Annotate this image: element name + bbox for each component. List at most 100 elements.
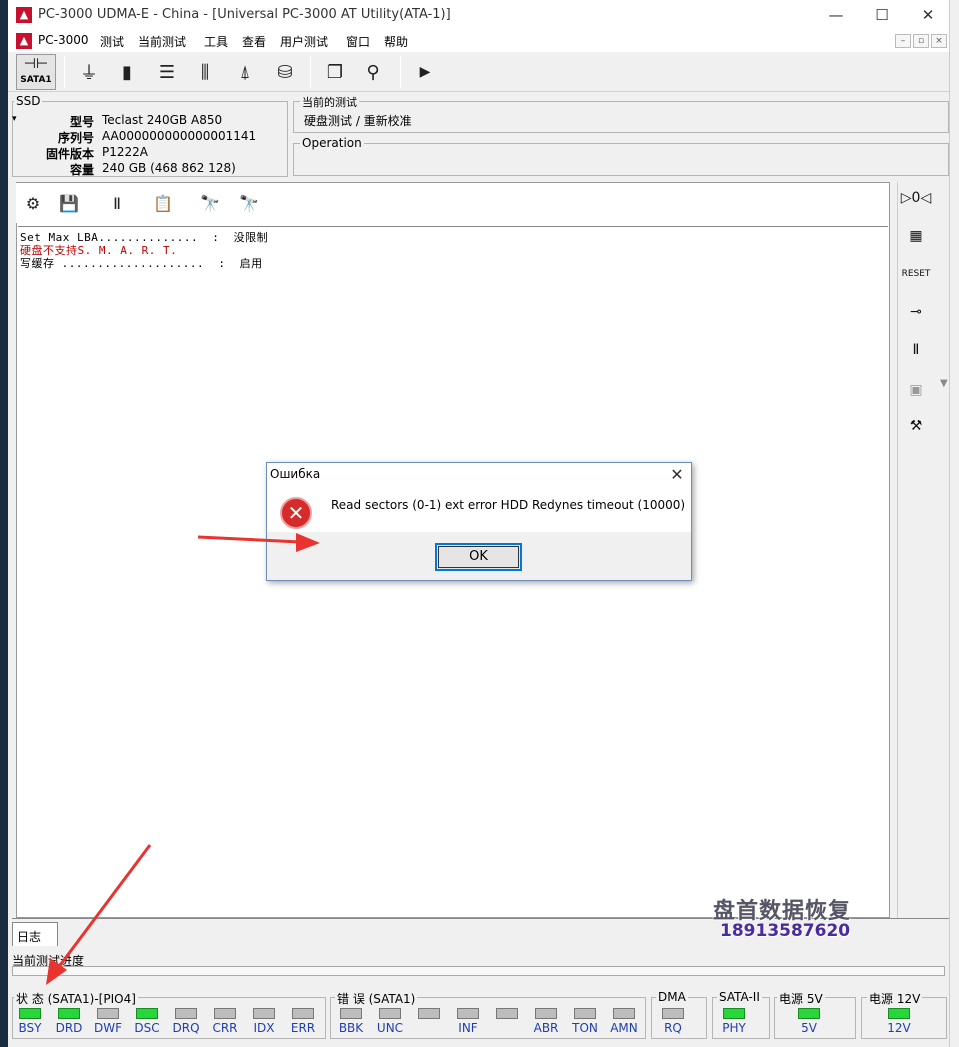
user-test-icon[interactable]: ⚲ — [358, 58, 388, 86]
window-title: PC-3000 UDMA-E - China - [Universal PC-3… — [38, 7, 451, 22]
drive-icon[interactable]: ⏚ — [74, 58, 104, 86]
status-led — [136, 1008, 158, 1019]
status-led — [798, 1008, 820, 1019]
toolbar-separator — [64, 56, 65, 88]
ok-button[interactable]: OK — [435, 543, 522, 571]
chip-icon[interactable]: ▮ — [112, 58, 142, 86]
status-led — [662, 1008, 684, 1019]
status-led-label: IDX — [253, 1021, 275, 1035]
maximize-button[interactable]: ☐ — [859, 0, 905, 30]
log-line: 写缓存 .................... : 启用 — [20, 257, 263, 270]
desktop-strip — [0, 0, 8, 1047]
mdi-minimize-button[interactable]: – — [895, 34, 911, 48]
dialog-message: Read sectors (0-1) ext error HDD Redynes… — [331, 498, 686, 512]
firmware-value: P1222A — [102, 145, 148, 159]
model-label: 型号 — [69, 115, 94, 129]
mdi-app-icon[interactable]: ▲ — [16, 33, 32, 49]
status-led — [457, 1008, 479, 1019]
menu-tools[interactable]: 工具 — [204, 33, 228, 50]
menu-user-test[interactable]: 用户测试 — [280, 33, 328, 50]
reset-icon[interactable]: RESET — [900, 260, 932, 288]
status-led-label: UNC — [376, 1021, 404, 1035]
side-toolbar — [897, 182, 935, 918]
status-led — [253, 1008, 275, 1019]
operation-label: Operation — [300, 136, 364, 150]
progress-bar — [12, 966, 945, 976]
menu-window[interactable]: 窗口 — [346, 33, 370, 50]
status-led — [175, 1008, 197, 1019]
operation-group — [293, 143, 949, 176]
status-led-label: BSY — [18, 1021, 42, 1035]
status-led — [496, 1008, 518, 1019]
status-led — [535, 1008, 557, 1019]
status-led-label: TON — [572, 1021, 598, 1035]
copy-windows-icon[interactable]: ❐ — [320, 58, 350, 86]
current-test-label: 当前的测试 — [300, 94, 359, 110]
firmware-label: 固件版本 — [45, 147, 94, 161]
find-next-icon[interactable]: 🔭 — [236, 190, 262, 216]
power-toggle-icon[interactable]: ▷0◁ — [900, 184, 932, 212]
menu-view[interactable]: 查看 — [242, 33, 266, 50]
toolbar-separator — [400, 56, 401, 88]
status-led-label: INF — [458, 1021, 478, 1035]
ssd-group-label: SSD — [14, 94, 43, 108]
close-button[interactable]: ✕ — [905, 0, 951, 30]
menu-current-test[interactable]: 当前测试 — [138, 33, 186, 50]
status-led-label: ABR — [533, 1021, 559, 1035]
capacity-label: 容量 — [69, 163, 94, 177]
status-led — [97, 1008, 119, 1019]
power12v-group-label: 电源 12V — [867, 990, 923, 1007]
board-icon[interactable]: ▦ — [900, 222, 932, 250]
model-value: Teclast 240GB A850 — [102, 113, 223, 127]
dma-group-label: DMA — [656, 990, 688, 1004]
tab-log[interactable]: 日志 — [12, 922, 58, 946]
status-led — [58, 1008, 80, 1019]
desktop-strip-right — [949, 0, 959, 1047]
settings-icon[interactable]: ⚙ — [20, 190, 46, 216]
sata1-label: SATA1 — [20, 75, 52, 85]
status-led-label: 12V — [887, 1021, 911, 1035]
pause-icon[interactable]: Ⅱ — [104, 190, 130, 216]
head-map-icon[interactable]: ⍋ — [230, 58, 260, 86]
status-led-label: DRQ — [172, 1021, 200, 1035]
tools-icon[interactable]: ⚒ — [900, 412, 932, 440]
mdi-close-button[interactable]: × — [931, 34, 947, 48]
dialog-close-button[interactable]: ✕ — [664, 464, 690, 486]
menu-pc3000[interactable]: PC-3000 — [38, 33, 88, 47]
clipboard-icon[interactable]: 📋 — [150, 190, 176, 216]
serial-value: AA000000000000001141 — [102, 129, 257, 143]
status-led-label: RQ — [664, 1021, 682, 1035]
dropdown-arrow-icon[interactable]: ▼ — [940, 378, 948, 389]
status-led — [292, 1008, 314, 1019]
status-led-label: 5V — [801, 1021, 817, 1035]
app-logo-icon: ▲ — [16, 7, 32, 23]
power5v-group-label: 电源 5V — [777, 990, 825, 1007]
status-led-label: DSC — [134, 1021, 160, 1035]
minimize-button[interactable]: — — [813, 0, 859, 30]
play-icon[interactable]: ▶ — [410, 58, 440, 86]
sata1-button[interactable]: ⊣⊢ SATA1 — [16, 54, 56, 90]
database-icon[interactable]: ⛁ — [270, 58, 300, 86]
status-led — [19, 1008, 41, 1019]
status-led — [613, 1008, 635, 1019]
save-icon[interactable]: 💾 — [56, 190, 82, 216]
chip-disabled-icon: ▣ — [909, 382, 923, 398]
port-icon: ⊣⊢ — [23, 56, 49, 72]
status-led-label: DRD — [55, 1021, 83, 1035]
sector-list-icon[interactable]: ☰ — [152, 58, 182, 86]
menu-test[interactable]: 测试 — [100, 33, 124, 50]
status-led — [340, 1008, 362, 1019]
log-divider — [18, 226, 888, 227]
current-test-value: 硬盘测试 / 重新校准 — [304, 114, 412, 128]
bar-chart-icon[interactable]: ⫼ — [190, 58, 220, 86]
find-icon[interactable]: 🔭 — [197, 190, 223, 216]
pause-side-icon[interactable]: Ⅱ — [900, 336, 932, 364]
mdi-restore-button[interactable]: ▫ — [913, 34, 929, 48]
status-led — [723, 1008, 745, 1019]
sata-group-label: SATA-II — [717, 990, 762, 1004]
status-led-label: ERR — [290, 1021, 316, 1035]
jumper-icon[interactable]: ⊸ — [900, 298, 932, 326]
log-toolbar — [16, 183, 888, 223]
menu-help[interactable]: 帮助 — [384, 33, 408, 50]
status-led-label: AMN — [610, 1021, 638, 1035]
